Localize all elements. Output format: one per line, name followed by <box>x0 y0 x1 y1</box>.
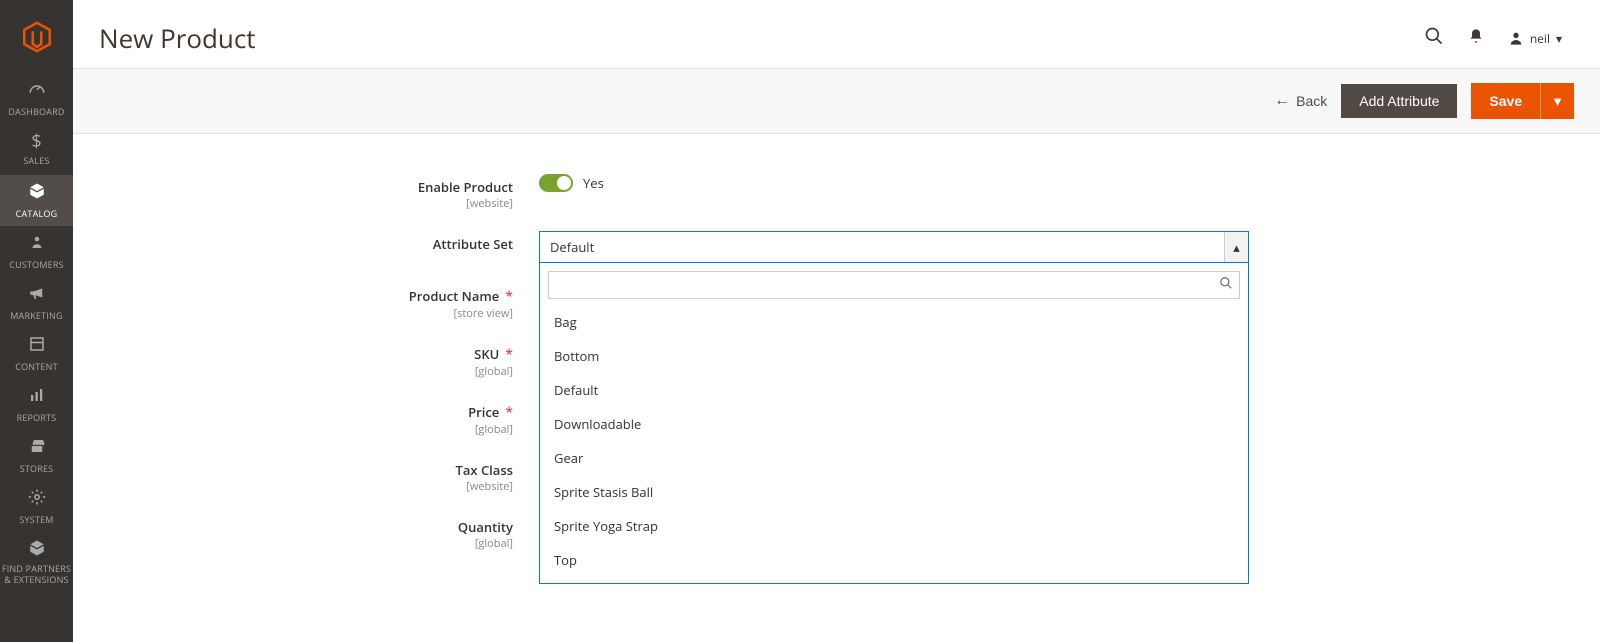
attribute-set-select[interactable]: Default ▴ <box>539 231 1249 263</box>
attribute-set-option[interactable]: Sprite Yoga Strap <box>548 509 1240 543</box>
attribute-set-option[interactable]: Bag <box>548 305 1240 339</box>
attribute-set-option[interactable]: Top <box>548 543 1240 577</box>
attribute-set-option[interactable]: Sprite Stasis Ball <box>548 475 1240 509</box>
chevron-down-icon: ▼ <box>1551 92 1564 110</box>
nav-stores[interactable]: STORES <box>0 430 73 481</box>
label-quantity: Quantity <box>458 518 513 536</box>
gauge-icon <box>28 80 46 101</box>
search-icon <box>1219 276 1233 294</box>
nav-find-partners[interactable]: FIND PARTNERS & EXTENSIONS <box>0 532 73 592</box>
store-icon <box>28 437 46 458</box>
nav-sales[interactable]: $ SALES <box>0 124 73 175</box>
required-mark: * <box>505 287 513 306</box>
page-header: New Product neil ▾ <box>73 0 1600 68</box>
nav-label: SYSTEM <box>19 513 53 526</box>
user-menu[interactable]: neil ▾ <box>1508 30 1562 47</box>
layout-icon <box>28 335 46 356</box>
enable-product-toggle[interactable] <box>539 174 573 192</box>
magento-logo[interactable] <box>0 0 73 73</box>
row-attribute-set: Attribute Set Default ▴ Bag Bottom <box>99 231 1574 263</box>
megaphone-icon <box>28 284 46 305</box>
partners-icon <box>28 539 46 560</box>
chevron-up-icon: ▴ <box>1224 232 1248 262</box>
attribute-set-option[interactable]: Bottom <box>548 339 1240 373</box>
scope-price: [global] <box>99 422 513 437</box>
nav-label: CONTENT <box>15 360 58 373</box>
nav-dashboard[interactable]: DASHBOARD <box>0 73 73 124</box>
attribute-set-value: Default <box>550 238 1224 256</box>
attribute-set-option[interactable]: Default <box>548 373 1240 407</box>
actions-bar: ← Back Add Attribute Save ▼ <box>73 68 1600 134</box>
label-price: Price <box>468 403 499 421</box>
attribute-set-option[interactable]: Downloadable <box>548 407 1240 441</box>
scope-product-name: [store view] <box>99 306 513 321</box>
nav-label: FIND PARTNERS & EXTENSIONS <box>0 564 73 586</box>
row-enable-product: Enable Product [website] Yes <box>99 174 1574 211</box>
enable-product-value: Yes <box>583 174 604 192</box>
save-button-group: Save ▼ <box>1471 83 1574 119</box>
bar-chart-icon <box>28 386 46 407</box>
label-attribute-set: Attribute Set <box>433 235 513 253</box>
nav-customers[interactable]: CUSTOMERS <box>0 226 73 277</box>
global-search-icon[interactable] <box>1424 26 1444 50</box>
nav-catalog[interactable]: CATALOG <box>0 175 73 226</box>
main-area: New Product neil ▾ ← Back Add Attribute … <box>73 0 1600 642</box>
user-icon <box>1508 30 1524 46</box>
nav-reports[interactable]: REPORTS <box>0 379 73 430</box>
required-mark: * <box>505 345 513 364</box>
arrow-left-icon: ← <box>1274 92 1290 110</box>
dollar-icon: $ <box>31 132 41 150</box>
nav-label: CUSTOMERS <box>9 258 64 271</box>
product-form: Enable Product [website] Yes Attribute S… <box>73 134 1600 590</box>
scope-quantity: [global] <box>99 536 513 551</box>
chevron-down-icon: ▾ <box>1556 30 1562 47</box>
label-product-name: Product Name <box>409 287 499 305</box>
cube-icon <box>28 182 46 203</box>
nav-label: MARKETING <box>10 309 62 322</box>
page-title: New Product <box>99 20 256 56</box>
nav-label: REPORTS <box>17 411 57 424</box>
attribute-set-search-input[interactable] <box>548 271 1240 299</box>
attribute-set-dropdown: Bag Bottom Default Downloadable Gear Spr… <box>539 263 1249 584</box>
back-button[interactable]: ← Back <box>1274 92 1327 110</box>
notifications-icon[interactable] <box>1468 28 1484 48</box>
attribute-set-option[interactable]: Gear <box>548 441 1240 475</box>
gear-icon <box>28 488 46 509</box>
nav-system[interactable]: SYSTEM <box>0 481 73 532</box>
scope-sku: [global] <box>99 364 513 379</box>
scope-enable-product: [website] <box>99 196 513 211</box>
save-dropdown-toggle[interactable]: ▼ <box>1540 83 1574 119</box>
header-icons: neil ▾ <box>1424 26 1562 50</box>
user-name: neil <box>1530 30 1550 47</box>
magento-logo-icon <box>20 20 54 54</box>
scope-tax-class: [website] <box>99 479 513 494</box>
nav-label: DASHBOARD <box>8 105 64 118</box>
save-button[interactable]: Save <box>1471 83 1540 119</box>
required-mark: * <box>505 403 513 422</box>
label-sku: SKU <box>474 345 499 363</box>
add-attribute-button[interactable]: Add Attribute <box>1341 84 1457 118</box>
back-label: Back <box>1296 93 1327 109</box>
nav-label: CATALOG <box>16 207 58 220</box>
label-tax-class: Tax Class <box>456 461 513 479</box>
nav-marketing[interactable]: MARKETING <box>0 277 73 328</box>
nav-content[interactable]: CONTENT <box>0 328 73 379</box>
nav-label: STORES <box>20 462 54 475</box>
person-icon <box>28 233 46 254</box>
app-root: DASHBOARD $ SALES CATALOG CUSTOMERS MARK… <box>0 0 1600 642</box>
label-enable-product: Enable Product <box>418 178 513 196</box>
admin-sidebar: DASHBOARD $ SALES CATALOG CUSTOMERS MARK… <box>0 0 73 642</box>
nav-label: SALES <box>23 154 49 167</box>
